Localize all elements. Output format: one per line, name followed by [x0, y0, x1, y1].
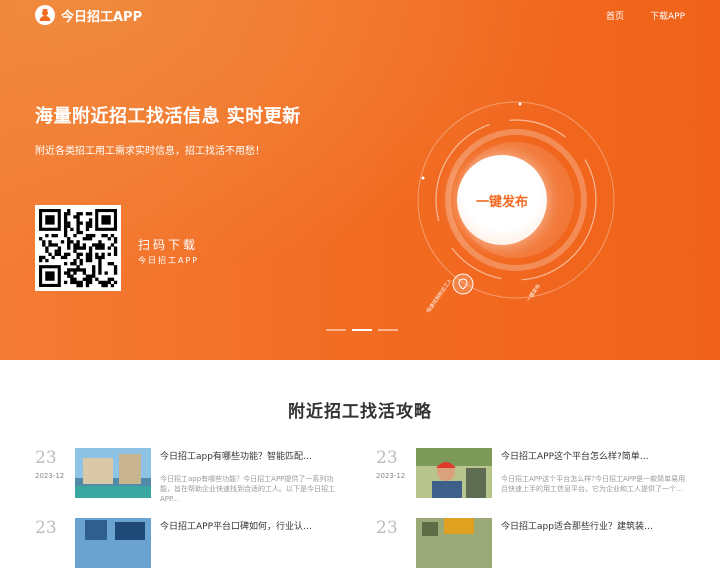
top-nav: 首页 下载APP	[606, 9, 685, 22]
carousel-dots	[326, 329, 398, 331]
one-click-publish-button[interactable]: 一键发布	[457, 155, 547, 245]
article-day: 23	[376, 518, 398, 538]
article-month: 2023-12	[376, 472, 406, 480]
ring-label-right: 一键发布	[525, 283, 542, 303]
qr-code	[35, 205, 121, 291]
qr-subtitle: 今日招工APP	[138, 256, 200, 265]
pin-icon	[458, 278, 468, 290]
article-thumbnail[interactable]	[416, 518, 492, 568]
article-title: 今日招工APP平台口碑如何，行业认…	[160, 522, 313, 532]
article-day: 23	[376, 448, 398, 468]
article-item[interactable]: 23 2023-12 今日招工APP这个平台怎么样?简单… 今日招工APP这个平…	[376, 448, 706, 508]
article-item[interactable]: 23 今日招工APP平台口碑如何，行业认…	[35, 518, 365, 578]
nav-download-app[interactable]: 下载APP	[650, 9, 685, 22]
hero-headline: 海量附近招工找活信息 实时更新	[35, 106, 301, 127]
hero-subline: 附近各类招工用工需求实时信息，招工找活不用愁！	[35, 146, 265, 157]
nav-home[interactable]: 首页	[606, 9, 624, 22]
article-thumbnail[interactable]	[75, 518, 151, 568]
ring-label-left: 快速找到附近工人	[425, 277, 454, 314]
article-day: 23	[35, 518, 57, 538]
article-title: 今日招工app适合那些行业？建筑装…	[501, 522, 653, 532]
article-month: 2023-12	[35, 472, 65, 480]
article-excerpt: 今日招工app有哪些功能？今日招工APP提供了一系列功能，旨在帮助企业快速找到合…	[160, 475, 335, 503]
carousel-dot[interactable]	[326, 329, 346, 331]
logo-icon	[35, 5, 55, 25]
carousel-dot[interactable]	[378, 329, 398, 331]
logo[interactable]: 今日招工APP	[35, 5, 142, 25]
carousel-dot-active[interactable]	[352, 329, 372, 331]
article-thumbnail[interactable]	[416, 448, 492, 498]
section-title: 附近招工找活攻略	[288, 402, 432, 422]
article-item[interactable]: 23 2023-12 今日招工app有哪些功能？智能匹配… 今日招工app有哪些…	[35, 448, 365, 508]
qr-title: 扫码下载	[138, 238, 199, 252]
article-excerpt: 今日招工APP这个平台怎么样?今日招工APP是一款简单易用且快速上手的用工信息平…	[501, 475, 686, 493]
publish-button-label: 一键发布	[475, 194, 528, 210]
article-item[interactable]: 23 今日招工app适合那些行业？建筑装…	[376, 518, 706, 578]
article-thumbnail[interactable]	[75, 448, 151, 498]
article-day: 23	[35, 448, 57, 468]
article-title: 今日招工app有哪些功能？智能匹配…	[160, 452, 312, 462]
hero-banner: 今日招工APP 首页 下载APP 海量附近招工找活信息 实时更新 附近各类招工用…	[0, 0, 720, 360]
article-title: 今日招工APP这个平台怎么样?简单…	[501, 452, 649, 462]
logo-text: 今日招工APP	[61, 9, 143, 25]
